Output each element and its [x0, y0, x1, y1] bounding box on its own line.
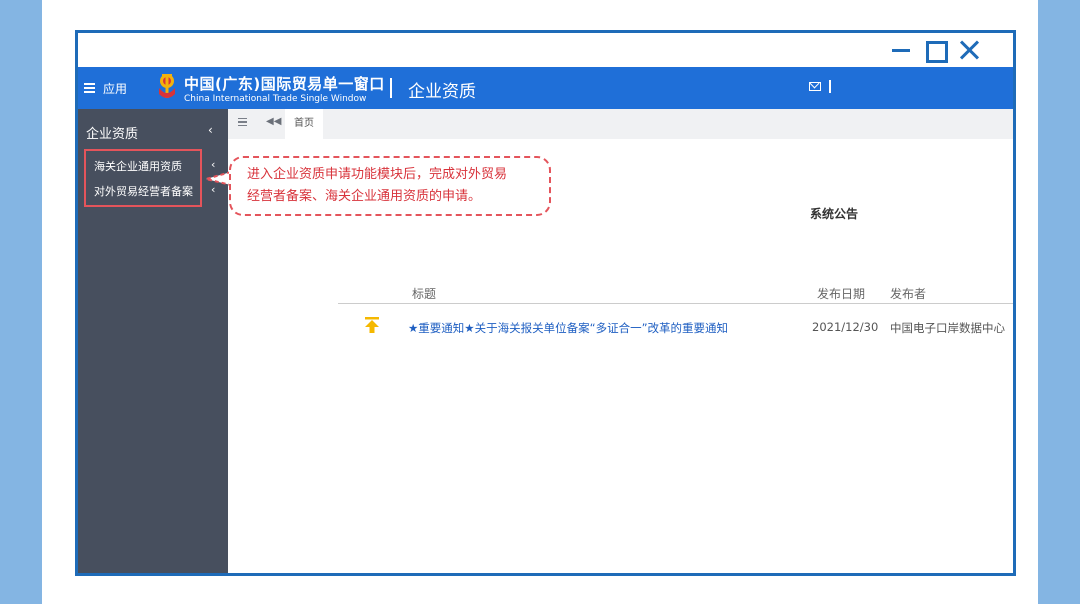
close-icon[interactable]	[958, 39, 980, 61]
callout-text: 进入企业资质申请功能模块后，完成对外贸易 经营者备案、海关企业通用资质的申请。	[247, 164, 547, 208]
left-side-band	[0, 0, 42, 604]
tab-home[interactable]: 首页	[285, 109, 323, 139]
callout-line-2: 经营者备案、海关企业通用资质的申请。	[247, 189, 482, 204]
customs-emblem-logo	[159, 74, 175, 98]
notice-row-title[interactable]: ★重要通知★关于海关报关单位备案“多证合一”改革的重要通知	[408, 320, 728, 336]
column-header-publisher: 发布者	[890, 287, 927, 301]
notice-title: 系统公告	[810, 207, 859, 221]
module-title: 企业资质	[408, 82, 476, 102]
callout-line-1: 进入企业资质申请功能模块后，完成对外贸易	[247, 167, 508, 182]
table-header-divider	[338, 303, 1013, 304]
scroll-left-icon[interactable]: ◀◀	[266, 116, 281, 127]
maximize-icon[interactable]	[924, 39, 948, 63]
sidebar-item-foreign-trade-record[interactable]: 对外贸易经营者备案	[94, 183, 193, 199]
column-header-title: 标题	[412, 287, 437, 301]
annotation-callout: 进入企业资质申请功能模块后，完成对外贸易 经营者备案、海关企业通用资质的申请。	[229, 156, 551, 216]
app-menu-button[interactable]: 应用	[84, 79, 127, 97]
window-titlebar	[78, 33, 1013, 67]
brand: 中国(广东)国际贸易单一窗口 China International Trade…	[184, 73, 385, 104]
tab-menu-icon[interactable]	[238, 118, 247, 126]
sidebar-collapse-icon[interactable]: ‹	[208, 123, 213, 137]
app-window: 应用 中国(广东)国际贸易单一窗口 China International Tr…	[75, 30, 1016, 576]
sidebar-item-customs-qualification[interactable]: 海关企业通用资质	[94, 158, 182, 174]
brand-name-cn: 中国(广东)国际贸易单一窗口	[184, 75, 385, 93]
pin-top-icon	[365, 317, 379, 333]
callout-pointer	[205, 171, 231, 186]
mail-icon[interactable]	[809, 82, 821, 91]
app-header: 应用 中国(广东)国际贸易单一窗口 China International Tr…	[78, 67, 1013, 109]
right-side-band	[1038, 0, 1080, 604]
tab-bar: ◀◀ 首页	[228, 109, 1013, 139]
brand-name-en: China International Trade Single Window	[184, 94, 367, 104]
minimize-icon[interactable]	[890, 39, 912, 61]
notice-row-publisher: 中国电子口岸数据中心	[890, 321, 1005, 335]
menu-icon	[84, 83, 95, 93]
app-menu-label: 应用	[103, 81, 128, 96]
header-separator	[829, 80, 831, 93]
notice-row-date: 2021/12/30	[812, 320, 879, 334]
sidebar-header[interactable]: 企业资质	[86, 123, 218, 142]
column-header-date: 发布日期	[817, 287, 866, 301]
header-divider	[390, 78, 392, 98]
